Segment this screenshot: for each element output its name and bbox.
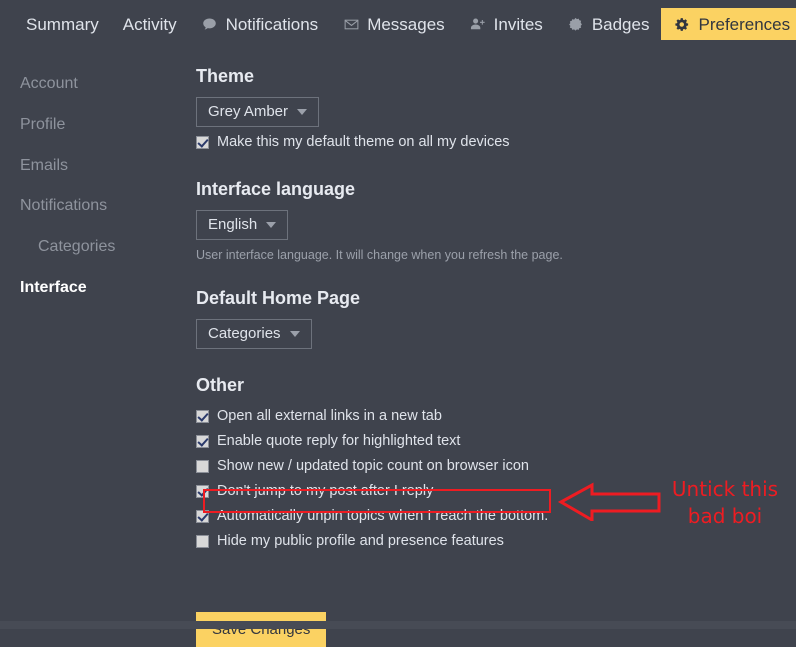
language-section: Interface language English User interfac… xyxy=(196,179,796,262)
user-plus-icon xyxy=(469,15,487,33)
sidebar-item-notifications[interactable]: Notifications xyxy=(0,186,190,227)
sidebar-item-emails[interactable]: Emails xyxy=(0,146,190,187)
nav-label-preferences: Preferences xyxy=(698,14,791,34)
option-label-auto-unpin: Automatically unpin topics when I reach … xyxy=(217,508,549,525)
sidebar-label-categories: Categories xyxy=(38,238,116,256)
option-checkbox-external-links[interactable] xyxy=(196,410,209,424)
option-row-topic-count: Show new / updated topic count on browse… xyxy=(196,456,796,477)
chevron-down-icon xyxy=(289,330,300,337)
theme-section: Theme Grey Amber Make this my default th… xyxy=(196,66,796,153)
preferences-sidebar: Account Profile Emails Notifications Cat… xyxy=(0,48,190,629)
save-changes-button[interactable]: Save Changes xyxy=(196,612,327,647)
default-theme-row: Make this my default theme on all my dev… xyxy=(196,132,796,153)
home-page-select-value: Categories xyxy=(208,325,281,343)
home-page-heading: Default Home Page xyxy=(196,288,361,309)
option-checkbox-auto-unpin[interactable] xyxy=(196,510,209,524)
option-label-no-jump: Don't jump to my post after I reply xyxy=(217,483,434,500)
preferences-main-panel: Theme Grey Amber Make this my default th… xyxy=(190,48,796,647)
nav-item-summary[interactable]: Summary xyxy=(14,9,111,40)
theme-heading: Theme xyxy=(196,66,255,86)
chevron-down-icon xyxy=(266,221,277,228)
option-checkbox-quote-reply[interactable] xyxy=(196,435,209,449)
theme-select[interactable]: Grey Amber xyxy=(196,97,320,127)
option-row-hide-profile: Hide my public profile and presence feat… xyxy=(196,531,796,552)
sidebar-label-profile: Profile xyxy=(20,115,66,133)
nav-item-messages[interactable]: Messages xyxy=(330,8,456,40)
sidebar-item-profile[interactable]: Profile xyxy=(0,105,190,146)
option-row-auto-unpin: Automatically unpin topics when I reach … xyxy=(196,506,796,527)
envelope-icon xyxy=(342,15,360,33)
language-select-value: English xyxy=(208,216,258,234)
sidebar-item-categories[interactable]: Categories xyxy=(0,227,190,268)
speech-bubble-icon xyxy=(201,15,219,33)
option-checkbox-topic-count[interactable] xyxy=(196,460,209,474)
default-theme-checkbox[interactable] xyxy=(196,136,209,149)
theme-select-value: Grey Amber xyxy=(208,103,289,120)
option-checkbox-no-jump[interactable] xyxy=(196,485,209,499)
option-label-hide-profile: Hide my public profile and presence feat… xyxy=(217,533,504,550)
primary-nav: Summary Activity Notifications Messages xyxy=(0,0,796,48)
sidebar-label-account: Account xyxy=(20,75,78,92)
option-label-external-links: Open all external links in a new tab xyxy=(217,408,442,425)
language-heading: Interface language xyxy=(196,179,356,200)
nav-label-summary: Summary xyxy=(26,14,99,34)
default-theme-label: Make this my default theme on all my dev… xyxy=(217,134,510,150)
other-section: Other Open all external links in a new t… xyxy=(196,375,796,552)
sidebar-label-emails: Emails xyxy=(20,156,69,174)
nav-label-badges: Badges xyxy=(591,14,650,34)
nav-item-notifications[interactable]: Notifications xyxy=(189,8,331,40)
chevron-down-icon xyxy=(297,108,308,115)
sidebar-label-interface: Interface xyxy=(20,278,87,296)
bottom-band xyxy=(0,621,796,629)
gear-icon xyxy=(673,15,691,33)
option-row-no-jump: Don't jump to my post after I reply xyxy=(196,481,796,502)
sidebar-item-interface[interactable]: Interface xyxy=(0,268,190,309)
option-label-topic-count: Show new / updated topic count on browse… xyxy=(217,458,529,475)
sidebar-label-notifications: Notifications xyxy=(20,197,108,215)
option-row-quote-reply: Enable quote reply for highlighted text xyxy=(196,431,796,452)
nav-item-badges[interactable]: Badges xyxy=(555,8,662,40)
nav-label-notifications: Notifications xyxy=(225,14,319,34)
other-heading: Other xyxy=(196,375,245,396)
option-label-quote-reply: Enable quote reply for highlighted text xyxy=(217,433,461,450)
nav-label-activity: Activity xyxy=(122,14,177,34)
home-page-section: Default Home Page Categories xyxy=(196,288,796,350)
nav-label-messages: Messages xyxy=(367,14,445,34)
nav-label-invites: Invites xyxy=(493,14,543,34)
sidebar-item-account[interactable]: Account xyxy=(0,64,190,105)
language-select[interactable]: English xyxy=(196,210,289,241)
option-row-external-links: Open all external links in a new tab xyxy=(196,406,796,427)
badge-icon xyxy=(567,15,585,33)
home-page-select[interactable]: Categories xyxy=(196,319,312,350)
nav-item-preferences[interactable]: Preferences xyxy=(661,8,796,40)
language-help-text: User interface language. It will change … xyxy=(196,248,563,263)
nav-item-invites[interactable]: Invites xyxy=(457,8,555,40)
nav-item-activity[interactable]: Activity xyxy=(111,9,189,40)
option-checkbox-hide-profile[interactable] xyxy=(196,535,209,549)
page-body: Account Profile Emails Notifications Cat… xyxy=(0,48,796,647)
